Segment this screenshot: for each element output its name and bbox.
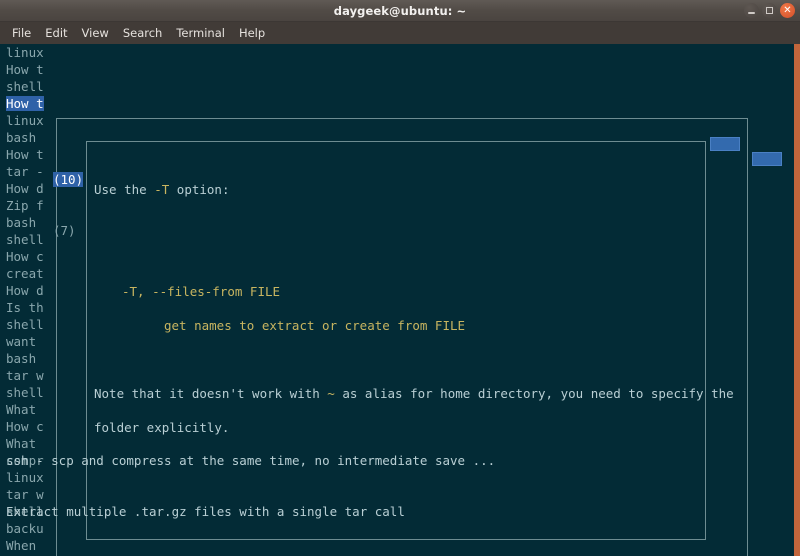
result-row-label: creat [6,266,44,281]
help-intro-pre: Use the [94,182,154,197]
counter-primary: (10) [53,172,83,187]
help-spacer-2 [94,249,694,266]
help-option-desc-line: get names to extract or create from FILE [94,317,694,334]
help-intro-post: option: [169,182,229,197]
bottom-line-1: ssh - scp and compress at the same time,… [6,452,495,469]
highlight-box-bottom[interactable] [752,152,782,166]
result-row-label: want [6,334,36,349]
menu-item-terminal[interactable]: Terminal [169,24,232,42]
result-row-label: How t [6,96,44,111]
result-row-label: linux [6,113,44,128]
result-row[interactable]: How t [6,95,766,112]
result-row-label: bash [6,130,36,145]
result-row-label: What [6,402,36,417]
help-note-pre: Note that it doesn't work with [94,386,327,401]
maximize-icon [766,7,773,14]
result-row-label: shell [6,79,44,94]
menu-item-edit[interactable]: Edit [38,24,74,42]
bottom-command-lines: ssh - scp and compress at the same time,… [6,418,495,554]
help-option-line: -T, --files-from FILE [94,283,694,300]
menu-item-view[interactable]: View [75,24,116,42]
result-row-label: How d [6,181,44,196]
window-title: daygeek@ubuntu: ~ [334,4,467,18]
terminal-window: daygeek@ubuntu: ~ ✕ File Edit View Searc… [0,0,800,556]
close-icon: ✕ [783,3,791,18]
result-row[interactable]: linux [6,112,766,129]
menubar: File Edit View Search Terminal Help [0,22,800,44]
menu-item-help[interactable]: Help [232,24,272,42]
bottom-line-2: Extract multiple .tar.gz files with a si… [6,503,495,520]
result-row-label: tar w [6,368,44,383]
result-row[interactable]: How t [6,61,766,78]
menu-item-search[interactable]: Search [116,24,170,42]
result-row[interactable]: linux [6,44,766,61]
help-intro-flag: -T [154,182,169,197]
result-row[interactable]: shell [6,78,766,95]
minimize-button[interactable] [744,3,759,18]
result-row[interactable]: bash [6,129,766,146]
result-row-label: tar - [6,164,44,179]
window-controls: ✕ [744,0,795,21]
minimize-icon [748,12,755,14]
terminal-content[interactable]: linux How t shell How t linux bash How t tar - H… [0,44,800,556]
result-row[interactable]: How t [6,146,766,163]
maximize-button[interactable] [762,3,777,18]
help-intro-line: Use the -T option: [94,181,694,198]
help-note-post: as alias for home directory, you need to… [335,386,734,401]
result-counters: (10) (7) [53,137,98,273]
result-row-label: bash [6,351,36,366]
help-note-line-1: Note that it doesn't work with ~ as alia… [94,385,694,402]
result-row-label: shell [6,232,44,247]
result-row-label: linux [6,45,44,60]
result-row-label: How c [6,249,44,264]
result-row-label: How t [6,147,44,162]
result-row-label: How d [6,283,44,298]
help-note-tilde: ~ [327,386,335,401]
close-button[interactable]: ✕ [780,3,795,18]
result-row-label: How t [6,62,44,77]
result-row-label: Zip f [6,198,44,213]
result-row-label: shell [6,317,44,332]
window-titlebar[interactable]: daygeek@ubuntu: ~ ✕ [0,0,800,22]
help-spacer-3 [94,351,694,368]
result-row-label: bash [6,215,36,230]
highlight-box-top[interactable] [710,137,740,151]
help-option-signature: -T, --files-from FILE [122,284,280,299]
help-option-description: get names to extract or create from FILE [164,318,465,333]
menu-item-file[interactable]: File [5,24,38,42]
result-row-label: shell [6,385,44,400]
counter-secondary: (7) [53,223,76,238]
result-row-label: Is th [6,300,44,315]
help-spacer-1 [94,215,694,232]
